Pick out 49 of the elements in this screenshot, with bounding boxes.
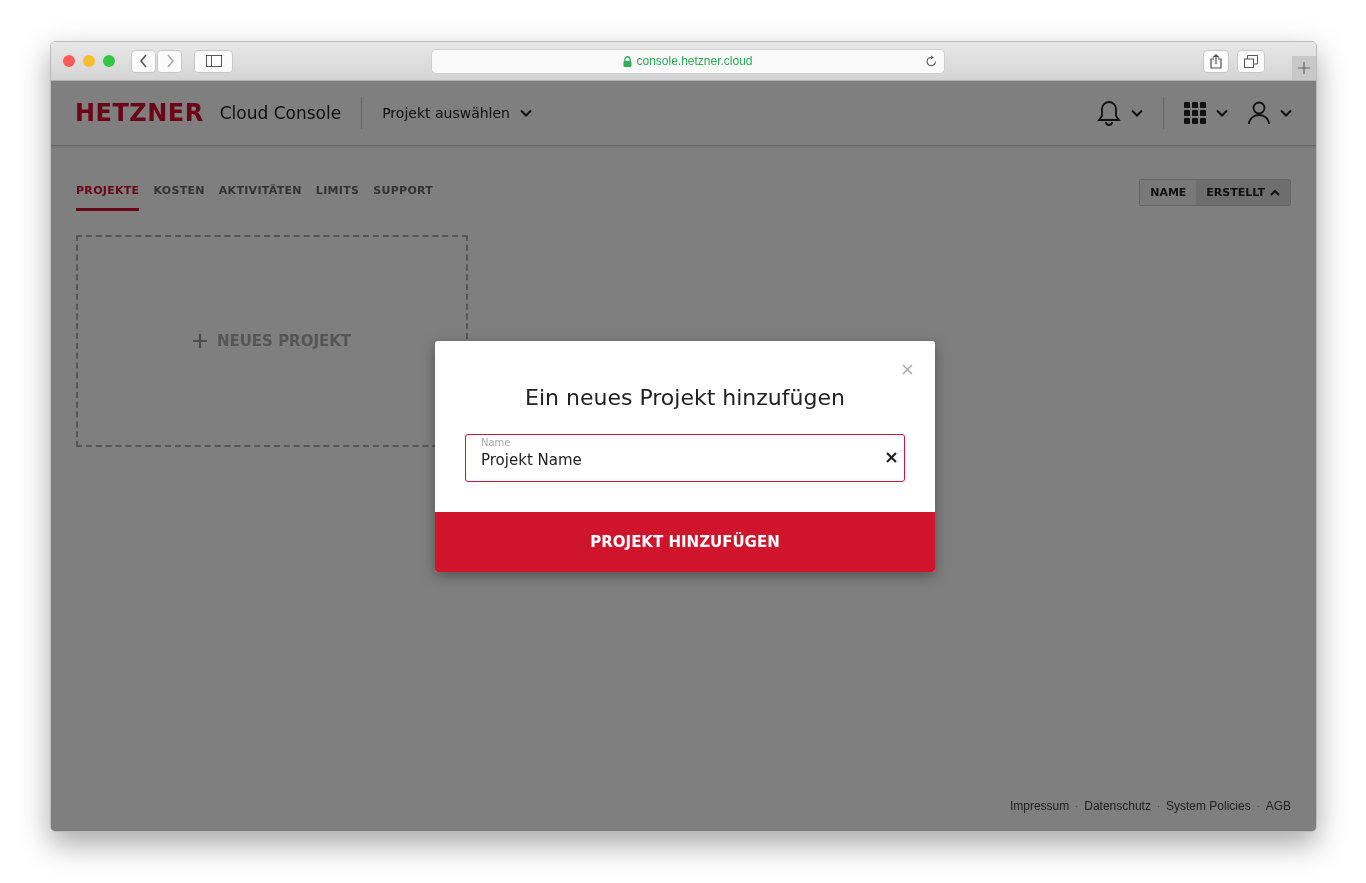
footer-link[interactable]: Datenschutz (1084, 799, 1151, 813)
chevron-down-icon (1280, 109, 1292, 117)
sort-button[interactable]: NAME (1140, 180, 1197, 205)
url-text: console.hetzner.cloud (636, 54, 753, 68)
share-icon (1210, 53, 1222, 69)
chevron-left-icon (138, 54, 149, 68)
bell-icon (1097, 100, 1121, 126)
footer-separator: · (1075, 801, 1079, 811)
user-menu-button[interactable] (1248, 101, 1292, 125)
chevron-down-icon (519, 109, 532, 117)
plus-icon (192, 334, 207, 348)
apps-menu-button[interactable] (1184, 102, 1228, 124)
chevron-down-icon (1216, 109, 1228, 117)
grid-icon (1184, 102, 1206, 124)
sort-button[interactable]: ERSTELLT (1196, 180, 1290, 205)
plus-icon (1298, 62, 1310, 74)
brand-logo[interactable]: HETZNER (75, 99, 204, 127)
product-title: Cloud Console (219, 103, 342, 123)
overlapping-squares-icon (1244, 54, 1258, 68)
share-button[interactable] (1203, 49, 1229, 73)
footer-link[interactable]: Impressum (1009, 799, 1070, 813)
nav-tab[interactable]: AKTIVITÄTEN (218, 180, 302, 211)
nav-tab[interactable]: SUPPORT (373, 180, 434, 211)
user-icon (1248, 101, 1270, 125)
chevron-up-icon (1270, 189, 1280, 196)
footer-separator: · (1256, 801, 1260, 811)
modal-title: Ein neues Projekt hinzufügen (525, 385, 845, 410)
footer-separator: · (1156, 801, 1160, 811)
sidebar-icon (205, 55, 222, 67)
footer-link[interactable]: System Policies (1165, 799, 1251, 813)
address-bar[interactable]: console.hetzner.cloud (431, 48, 945, 74)
field-value: Projekt Name (481, 451, 582, 469)
back-button[interactable] (131, 49, 156, 73)
notifications-button[interactable] (1097, 100, 1143, 126)
name-input-field[interactable]: Name Projekt Name (465, 434, 905, 482)
nav-tab[interactable]: KOSTEN (153, 180, 205, 211)
reload-icon[interactable] (925, 54, 938, 68)
tabs-button[interactable] (1237, 49, 1265, 73)
sidebar-button[interactable] (194, 49, 233, 73)
project-select[interactable]: Projekt auswählen (382, 105, 532, 121)
chevron-down-icon (1131, 109, 1143, 117)
footer-link[interactable]: AGB (1265, 799, 1291, 813)
add-project-button[interactable]: PROJEKT HINZUFÜGEN (435, 512, 935, 572)
chevron-right-icon (164, 54, 175, 68)
nav-tab[interactable]: PROJEKTE (76, 180, 140, 211)
nav-tab[interactable]: LIMITS (315, 180, 360, 211)
clear-icon[interactable] (886, 452, 897, 463)
lock-icon (623, 55, 633, 67)
field-label: Name (481, 437, 511, 448)
